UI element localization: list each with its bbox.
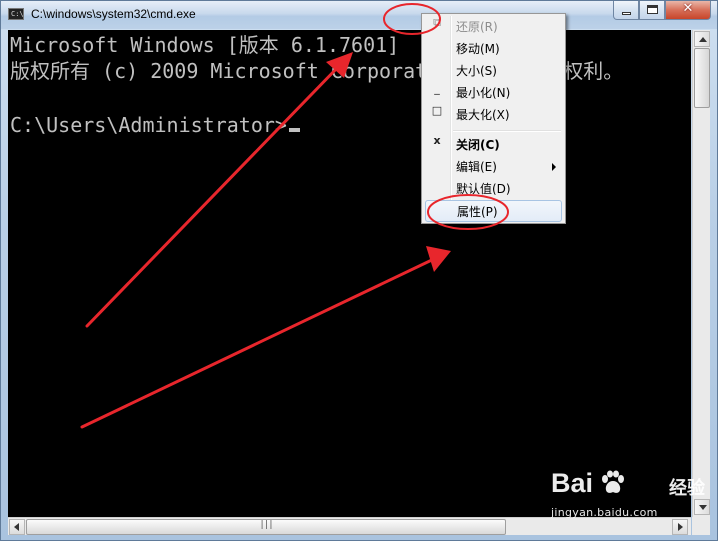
menu-item-label: 移动(M) (456, 42, 500, 56)
menu-item-label: 大小(S) (456, 64, 497, 78)
watermark-logo-text: Bai (551, 468, 593, 499)
console-output[interactable]: Microsoft Windows [版本 6.1.7601] 版权所有 (c)… (8, 30, 691, 517)
maximize-icon: □ (431, 104, 443, 117)
minimize-icon: _ (434, 82, 440, 95)
restore-icon: ⧉ (433, 16, 441, 29)
menu-item-move[interactable]: 移动(M) (425, 38, 562, 60)
console-prompt-line: C:\Users\Administrator> (10, 112, 300, 138)
menu-item-size[interactable]: 大小(S) (425, 60, 562, 82)
minimize-button[interactable] (613, 1, 639, 20)
console-prompt: C:\Users\Administrator> (10, 113, 287, 137)
horizontal-scroll-thumb[interactable]: ||| (26, 519, 506, 535)
close-icon: ✕ (682, 1, 694, 16)
cmd-window: C:\ C:\windows\system32\cmd.exe ✕ Micros… (0, 0, 718, 541)
title-bar[interactable]: C:\ C:\windows\system32\cmd.exe ✕ (1, 1, 717, 29)
minimize-icon (622, 12, 631, 15)
cmd-app-icon-text: C:\ (11, 10, 24, 18)
menu-item-label: 编辑(E) (456, 160, 497, 174)
menu-item-defaults[interactable]: 默认值(D) (425, 178, 562, 200)
system-menu: ⧉ 还原(R) 移动(M) 大小(S) _ 最小化(N) □ 最大化(X) x … (421, 13, 566, 224)
watermark-url: jingyan.baidu.com (551, 506, 658, 519)
menu-item-minimize[interactable]: _ 最小化(N) (425, 82, 562, 104)
watermark-logo-right: 经验 (669, 478, 705, 499)
window-title: C:\windows\system32\cmd.exe (31, 7, 196, 21)
arrow-left-icon (14, 523, 19, 531)
menu-item-restore[interactable]: ⧉ 还原(R) (425, 16, 562, 38)
maximize-button[interactable] (639, 1, 665, 20)
cmd-app-icon[interactable]: C:\ (8, 8, 24, 20)
vertical-scrollbar[interactable] (692, 30, 710, 517)
menu-item-close[interactable]: x 关闭(C) (425, 134, 562, 156)
menu-item-label: 默认值(D) (456, 182, 511, 196)
baidu-jingyan-watermark: Bai 经验 jingyan.baidu.com (551, 468, 711, 528)
watermark-logo-left: Bai (551, 468, 594, 498)
menu-item-label: 最小化(N) (456, 86, 511, 100)
menu-item-maximize[interactable]: □ 最大化(X) (425, 104, 562, 126)
menu-separator (453, 130, 561, 132)
menu-item-properties[interactable]: 属性(P) (425, 200, 562, 222)
menu-item-edit[interactable]: 编辑(E) (425, 156, 562, 178)
close-icon: x (433, 134, 441, 147)
menu-item-label: 关闭(C) (456, 138, 500, 152)
close-button[interactable]: ✕ (665, 1, 711, 20)
console-line: Microsoft Windows [版本 6.1.7601] (10, 33, 400, 57)
menu-item-label: 最大化(X) (456, 108, 510, 122)
text-cursor (288, 128, 300, 132)
vertical-scroll-thumb[interactable] (694, 48, 710, 108)
submenu-arrow-icon (552, 163, 556, 171)
scroll-left-button[interactable] (9, 519, 25, 535)
thumb-grip-icon: ||| (259, 520, 273, 530)
scroll-up-button[interactable] (694, 31, 710, 47)
caption-buttons: ✕ (613, 1, 711, 21)
menu-item-label: 属性(P) (457, 205, 498, 219)
menu-item-label: 还原(R) (456, 20, 498, 34)
arrow-up-icon (699, 37, 707, 42)
paw-icon (602, 470, 624, 493)
maximize-icon (647, 5, 658, 14)
